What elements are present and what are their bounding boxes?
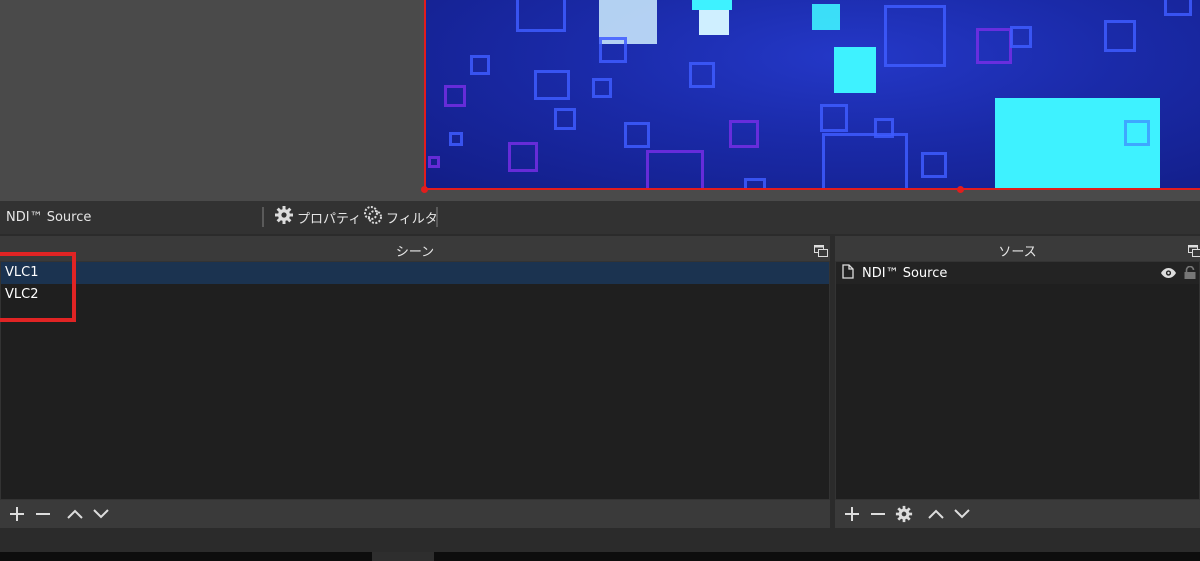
document-icon — [842, 263, 854, 283]
bottom-dock-tab[interactable] — [372, 552, 434, 561]
toolbar-separator — [262, 207, 264, 227]
source-item[interactable]: NDI™ Source — [836, 262, 1199, 284]
move-scene-up-button[interactable] — [62, 502, 88, 526]
gear-icon — [895, 505, 913, 523]
properties-label: プロパティ — [297, 211, 362, 227]
undock-icon[interactable] — [1188, 242, 1200, 257]
sources-list: NDI™ Source — [835, 261, 1200, 500]
chevron-up-icon — [928, 509, 944, 519]
sources-title: ソース — [998, 245, 1037, 260]
gear-icon — [274, 205, 297, 229]
source-properties-button[interactable] — [891, 502, 917, 526]
scene-item-vlc2[interactable]: VLC2 — [1, 284, 829, 306]
filters-button[interactable]: フィルタ — [363, 206, 438, 228]
add-source-button[interactable] — [839, 502, 865, 526]
scenes-dock-title-bar: シーン — [0, 236, 830, 261]
remove-source-button[interactable] — [865, 502, 891, 526]
selected-source-name: NDI™ Source — [6, 210, 92, 225]
plus-icon — [10, 507, 24, 521]
move-source-up-button[interactable] — [923, 502, 949, 526]
filter-icon — [363, 205, 386, 229]
scenes-title: シーン — [395, 245, 435, 260]
eye-icon[interactable] — [1160, 267, 1177, 283]
chevron-down-icon — [93, 509, 109, 519]
preview-area — [0, 0, 1200, 201]
scenes-list: VLC1 VLC2 — [0, 261, 830, 500]
minus-icon — [36, 513, 50, 515]
add-scene-button[interactable] — [4, 502, 30, 526]
context-toolbar: NDI™ Source プロパティ フィルタ — [0, 201, 1200, 234]
scenes-dock: シーン VLC1 VLC2 — [0, 236, 830, 528]
resize-handle[interactable] — [421, 186, 428, 193]
sources-dock-title-bar: ソース — [835, 236, 1200, 261]
undock-icon[interactable] — [814, 242, 828, 257]
sources-toolbar — [835, 500, 1200, 528]
chevron-down-icon — [954, 509, 970, 519]
properties-button[interactable]: プロパティ — [274, 206, 361, 228]
source-item-label: NDI™ Source — [862, 265, 948, 281]
toolbar-separator — [436, 207, 438, 227]
preview-canvas[interactable] — [424, 0, 1200, 189]
scene-item-vlc1[interactable]: VLC1 — [1, 262, 829, 284]
scenes-toolbar — [0, 500, 830, 528]
remove-scene-button[interactable] — [30, 502, 56, 526]
lock-icon[interactable] — [1183, 265, 1197, 284]
move-scene-down-button[interactable] — [88, 502, 114, 526]
resize-handle[interactable] — [957, 186, 964, 193]
chevron-up-icon — [67, 509, 83, 519]
move-source-down-button[interactable] — [949, 502, 975, 526]
filters-label: フィルタ — [386, 211, 438, 227]
minus-icon — [871, 513, 885, 515]
bottom-dock-bar — [0, 552, 1200, 561]
status-strip — [0, 528, 1200, 552]
sources-dock: ソース NDI™ Source — [835, 236, 1200, 528]
plus-icon — [845, 507, 859, 521]
